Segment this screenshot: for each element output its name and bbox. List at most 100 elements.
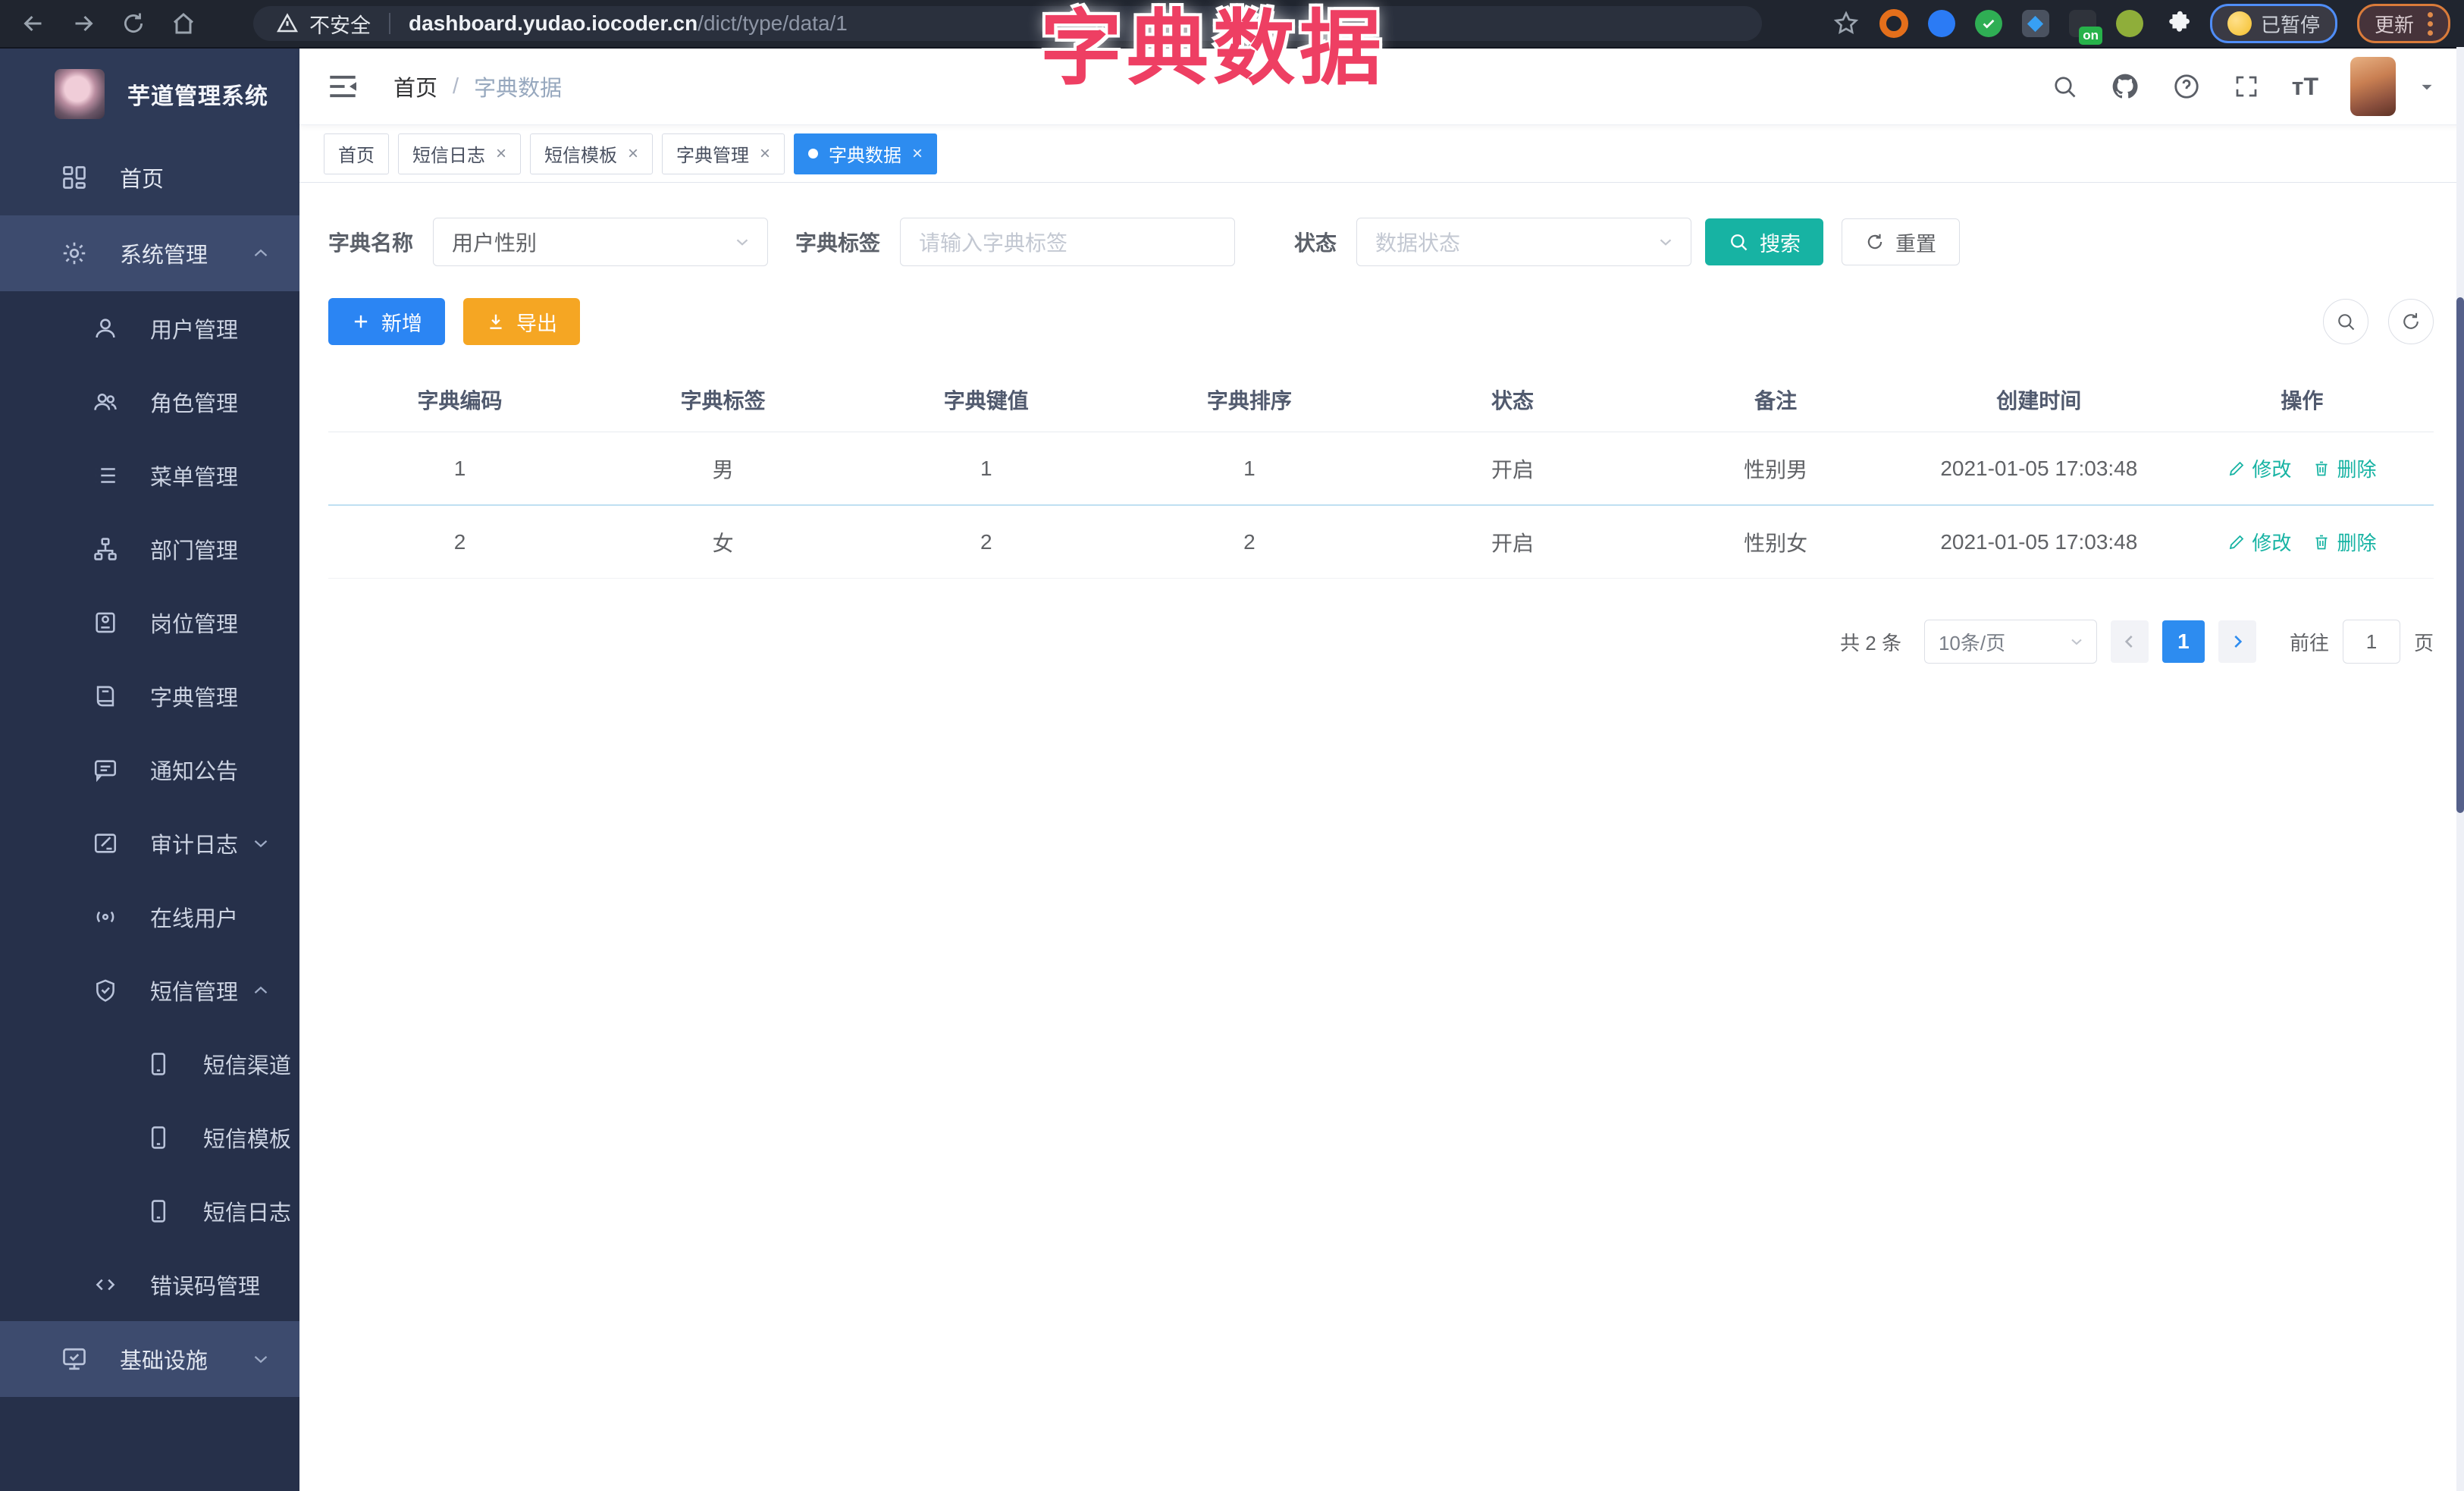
tab-close-icon[interactable]: × bbox=[912, 143, 923, 165]
delete-link[interactable]: 删除 bbox=[2312, 454, 2376, 482]
col-header: 创建时间 bbox=[1996, 389, 2082, 413]
browser-menu-icon[interactable] bbox=[2428, 11, 2433, 36]
fullscreen-icon[interactable] bbox=[2233, 73, 2260, 100]
search-button[interactable]: 搜索 bbox=[1705, 218, 1824, 265]
page-size-select[interactable]: 10条/页 bbox=[1923, 620, 2097, 664]
user-avatar[interactable] bbox=[2350, 57, 2396, 116]
goto-label: 前往 bbox=[2289, 631, 2329, 654]
col-header: 字典排序 bbox=[1206, 389, 1292, 413]
dict-name-select[interactable]: 用户性别 bbox=[433, 218, 769, 266]
cell-sort: 1 bbox=[1243, 456, 1256, 480]
address-bar[interactable]: 不安全 dashboard.yudao.iocoder.cn/dict/type… bbox=[253, 6, 1762, 41]
table-row[interactable]: 1 男 1 1 开启 性别男 2021-01-05 17:03:48 修改 删除 bbox=[328, 432, 2434, 506]
header-search-icon[interactable] bbox=[2051, 73, 2078, 100]
cell-label: 女 bbox=[712, 531, 734, 555]
phone-icon bbox=[151, 1052, 166, 1075]
sidebar-item-menu-mgmt[interactable]: 菜单管理 bbox=[0, 438, 299, 512]
sidebar-item-infrastructure[interactable]: 基础设施 bbox=[0, 1321, 299, 1397]
sidebar-item-sms-mgmt[interactable]: 短信管理 bbox=[0, 953, 299, 1027]
page-scrollbar-thumb[interactable] bbox=[2456, 297, 2464, 813]
page-scrollbar-track[interactable] bbox=[2456, 47, 2464, 1491]
breadcrumb-home[interactable]: 首页 bbox=[393, 71, 437, 102]
export-button[interactable]: 导出 bbox=[463, 298, 580, 345]
browser-forward-icon[interactable] bbox=[67, 7, 100, 40]
id-badge-icon bbox=[96, 612, 115, 632]
cell-created: 2021-01-05 17:03:48 bbox=[1940, 529, 2138, 554]
goto-page-input[interactable]: 1 bbox=[2342, 620, 2400, 664]
tab-dict-mgmt[interactable]: 字典管理 × bbox=[662, 133, 785, 174]
sidebar-item-post-mgmt[interactable]: 岗位管理 bbox=[0, 585, 299, 659]
table-row[interactable]: 2 女 2 2 开启 性别女 2021-01-05 17:03:48 修改 删除 bbox=[328, 506, 2434, 579]
extensions-puzzle-icon[interactable] bbox=[2163, 10, 2190, 37]
browser-reload-icon[interactable] bbox=[117, 7, 150, 40]
sidebar-item-home[interactable]: 首页 bbox=[0, 140, 299, 215]
sidebar-item-system[interactable]: 系统管理 bbox=[0, 215, 299, 291]
browser-update-button[interactable]: 更新 bbox=[2356, 4, 2450, 43]
tab-dict-data-active[interactable]: 字典数据 × bbox=[794, 133, 938, 174]
extension-icon[interactable]: on bbox=[2068, 10, 2102, 45]
paused-label: 已暂停 bbox=[2260, 13, 2320, 36]
overlay-page-title: 字典数据 bbox=[1040, 2, 1387, 94]
status-select[interactable]: 数据状态 bbox=[1356, 218, 1692, 266]
sidebar-item-dict-mgmt[interactable]: 字典管理 bbox=[0, 659, 299, 733]
dict-tag-input[interactable]: 请输入字典标签 bbox=[900, 218, 1236, 266]
toggle-search-button[interactable] bbox=[2323, 299, 2368, 344]
delete-link[interactable]: 删除 bbox=[2312, 528, 2376, 556]
sidebar-item-role-mgmt[interactable]: 角色管理 bbox=[0, 365, 299, 438]
avatar-caret-icon[interactable] bbox=[2417, 77, 2437, 96]
users-icon bbox=[94, 393, 117, 411]
current-page-button[interactable]: 1 bbox=[2161, 620, 2205, 663]
edit-link[interactable]: 修改 bbox=[2227, 528, 2291, 556]
tab-close-icon[interactable]: × bbox=[760, 143, 770, 165]
sidebar-item-notice[interactable]: 通知公告 bbox=[0, 733, 299, 806]
dict-tag-label: 字典标签 bbox=[795, 231, 881, 255]
sidebar-item-user-mgmt[interactable]: 用户管理 bbox=[0, 291, 299, 365]
browser-back-icon[interactable] bbox=[17, 7, 50, 40]
tab-home[interactable]: 首页 bbox=[324, 133, 389, 174]
sidebar-item-sms-template[interactable]: 短信模板 bbox=[0, 1100, 299, 1174]
emoji-avatar-icon bbox=[2227, 11, 2252, 36]
sidebar-item-label: 错误码管理 bbox=[150, 1274, 261, 1299]
refresh-table-button[interactable] bbox=[2388, 299, 2434, 344]
prev-page-button[interactable] bbox=[2110, 620, 2149, 663]
font-size-icon[interactable]: тT bbox=[2292, 73, 2318, 101]
chevron-down-icon bbox=[1660, 239, 1672, 246]
extension-icon[interactable] bbox=[2115, 10, 2143, 37]
phone-icon bbox=[151, 1199, 166, 1223]
github-icon[interactable] bbox=[2110, 71, 2140, 102]
next-page-button[interactable] bbox=[2218, 620, 2256, 663]
sidebar-item-sms-channel[interactable]: 短信渠道 bbox=[0, 1027, 299, 1100]
tab-sms-log[interactable]: 短信日志 × bbox=[398, 133, 522, 174]
table-tools bbox=[2323, 299, 2434, 344]
total-count: 共 2 条 bbox=[1840, 631, 1901, 654]
sidebar-item-online-users[interactable]: 在线用户 bbox=[0, 880, 299, 953]
extension-icon[interactable] bbox=[1927, 10, 1955, 37]
sidebar-item-dept-mgmt[interactable]: 部门管理 bbox=[0, 512, 299, 585]
sidebar-logo[interactable]: 芋道管理系统 bbox=[0, 49, 299, 140]
profile-paused-chip[interactable]: 已暂停 bbox=[2209, 4, 2337, 43]
chevron-up-icon bbox=[254, 986, 268, 993]
extension-icon[interactable] bbox=[1974, 10, 2002, 37]
sidebar-item-sms-log[interactable]: 短信日志 bbox=[0, 1174, 299, 1248]
cell-created: 2021-01-05 17:03:48 bbox=[1940, 456, 2138, 480]
search-icon bbox=[2338, 314, 2355, 331]
hamburger-icon[interactable] bbox=[327, 73, 359, 100]
help-icon[interactable] bbox=[2172, 72, 2201, 101]
add-button[interactable]: 新增 bbox=[328, 298, 445, 345]
insecure-warning-icon bbox=[276, 13, 299, 33]
extension-icon[interactable] bbox=[1879, 9, 1908, 38]
filter-form: 字典名称 用户性别 字典标签 请输入字典标签 状态 数据状态 搜索 重置 bbox=[328, 218, 2434, 266]
reset-button[interactable]: 重置 bbox=[1842, 218, 1961, 265]
edit-link-label: 修改 bbox=[2252, 532, 2292, 554]
sidebar-item-label: 短信渠道 bbox=[203, 1053, 292, 1078]
sidebar-item-audit-log[interactable]: 审计日志 bbox=[0, 806, 299, 880]
tab-close-icon[interactable]: × bbox=[628, 143, 638, 165]
edit-link[interactable]: 修改 bbox=[2227, 454, 2291, 482]
browser-home-icon[interactable] bbox=[167, 7, 200, 40]
user-icon bbox=[96, 318, 115, 338]
extension-icon[interactable] bbox=[2021, 10, 2049, 37]
sidebar-item-error-code[interactable]: 错误码管理 bbox=[0, 1248, 299, 1321]
bookmark-star-icon[interactable] bbox=[1832, 10, 1860, 37]
tab-sms-template[interactable]: 短信模板 × bbox=[530, 133, 654, 174]
tab-close-icon[interactable]: × bbox=[496, 143, 506, 165]
